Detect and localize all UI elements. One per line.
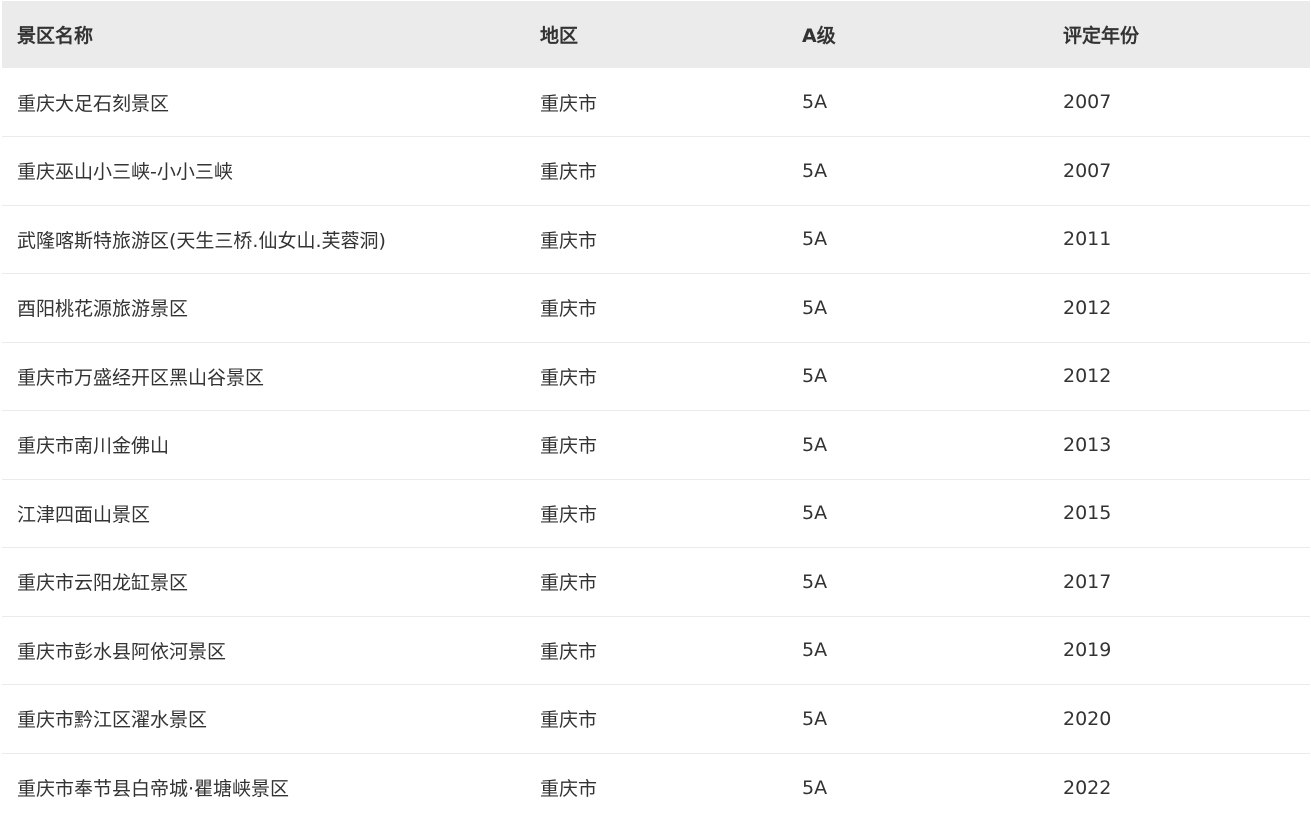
- table-body: 重庆大足石刻景区 重庆市 5A 2007 重庆巫山小三峡-小小三峡 重庆市 5A…: [2, 68, 1310, 822]
- table-row: 重庆大足石刻景区 重庆市 5A 2007: [2, 68, 1310, 137]
- cell-name: 重庆市南川金佛山: [17, 435, 170, 458]
- cell-region: 重庆市: [540, 709, 598, 732]
- table-row: 重庆市万盛经开区黑山谷景区 重庆市 5A 2012: [2, 342, 1310, 411]
- column-header-level: A级: [802, 25, 836, 47]
- cell-level: 5A: [802, 502, 828, 525]
- cell-name: 重庆市彭水县阿依河景区: [17, 640, 227, 663]
- cell-level: 5A: [802, 228, 828, 251]
- table-row: 江津四面山景区 重庆市 5A 2015: [2, 479, 1310, 548]
- scenic-area-table-container: 景区名称 地区 A级 评定年份 重庆大足石刻景区 重庆市 5A 2007 重庆巫…: [2, 1, 1310, 822]
- cell-year: 2019: [1063, 639, 1112, 662]
- column-header-region: 地区: [540, 25, 579, 47]
- cell-level: 5A: [802, 159, 828, 182]
- cell-name: 重庆大足石刻景区: [17, 92, 170, 115]
- cell-region: 重庆市: [540, 640, 598, 663]
- cell-name: 重庆巫山小三峡-小小三峡: [17, 161, 233, 184]
- cell-name: 重庆市奉节县白帝城·瞿塘峡景区: [17, 778, 290, 800]
- cell-region: 重庆市: [540, 778, 598, 800]
- scenic-area-table: 景区名称 地区 A级 评定年份 重庆大足石刻景区 重庆市 5A 2007 重庆巫…: [2, 1, 1310, 822]
- table-row: 重庆市云阳龙缸景区 重庆市 5A 2017: [2, 548, 1310, 616]
- cell-region: 重庆市: [540, 229, 598, 252]
- cell-level: 5A: [802, 639, 828, 662]
- cell-level: 5A: [802, 296, 828, 319]
- table-row: 重庆市南川金佛山 重庆市 5A 2013: [2, 411, 1310, 479]
- table-header: 景区名称 地区 A级 评定年份: [2, 1, 1310, 68]
- cell-year: 2012: [1063, 296, 1112, 319]
- cell-year: 2020: [1063, 707, 1112, 730]
- cell-year: 2022: [1063, 776, 1112, 799]
- cell-region: 重庆市: [540, 503, 598, 526]
- cell-level: 5A: [802, 91, 828, 113]
- column-header-year: 评定年份: [1063, 25, 1140, 47]
- cell-level: 5A: [802, 776, 828, 799]
- table-row: 酉阳桃花源旅游景区 重庆市 5A 2012: [2, 274, 1310, 342]
- cell-year: 2011: [1063, 228, 1112, 251]
- cell-name: 酉阳桃花源旅游景区: [17, 298, 189, 321]
- cell-region: 重庆市: [540, 161, 598, 184]
- cell-year: 2013: [1063, 433, 1112, 456]
- cell-region: 重庆市: [540, 572, 598, 595]
- column-header-name: 景区名称: [17, 25, 94, 47]
- table-row: 重庆市奉节县白帝城·瞿塘峡景区 重庆市 5A 2022: [2, 753, 1310, 822]
- cell-level: 5A: [802, 365, 828, 388]
- cell-level: 5A: [802, 570, 828, 593]
- cell-year: 2007: [1063, 91, 1112, 113]
- cell-region: 重庆市: [540, 92, 598, 115]
- cell-name: 武隆喀斯特旅游区(天生三桥.仙女山.芙蓉洞): [17, 229, 386, 252]
- cell-region: 重庆市: [540, 435, 598, 458]
- cell-name: 重庆市云阳龙缸景区: [17, 572, 189, 595]
- cell-region: 重庆市: [540, 366, 598, 389]
- cell-name: 重庆市黔江区濯水景区: [17, 709, 208, 732]
- cell-region: 重庆市: [540, 298, 598, 321]
- table-row: 重庆市黔江区濯水景区 重庆市 5A 2020: [2, 685, 1310, 753]
- table-row: 武隆喀斯特旅游区(天生三桥.仙女山.芙蓉洞) 重庆市 5A 2011: [2, 205, 1310, 274]
- cell-year: 2015: [1063, 502, 1112, 525]
- cell-year: 2017: [1063, 570, 1112, 593]
- cell-year: 2012: [1063, 365, 1112, 388]
- table-row: 重庆巫山小三峡-小小三峡 重庆市 5A 2007: [2, 137, 1310, 205]
- table-row: 重庆市彭水县阿依河景区 重庆市 5A 2019: [2, 616, 1310, 685]
- cell-name: 江津四面山景区: [17, 503, 151, 526]
- cell-year: 2007: [1063, 159, 1112, 182]
- cell-level: 5A: [802, 433, 828, 456]
- cell-name: 重庆市万盛经开区黑山谷景区: [17, 366, 265, 389]
- cell-level: 5A: [802, 707, 828, 730]
- table-header-row: 景区名称 地区 A级 评定年份: [2, 1, 1310, 68]
